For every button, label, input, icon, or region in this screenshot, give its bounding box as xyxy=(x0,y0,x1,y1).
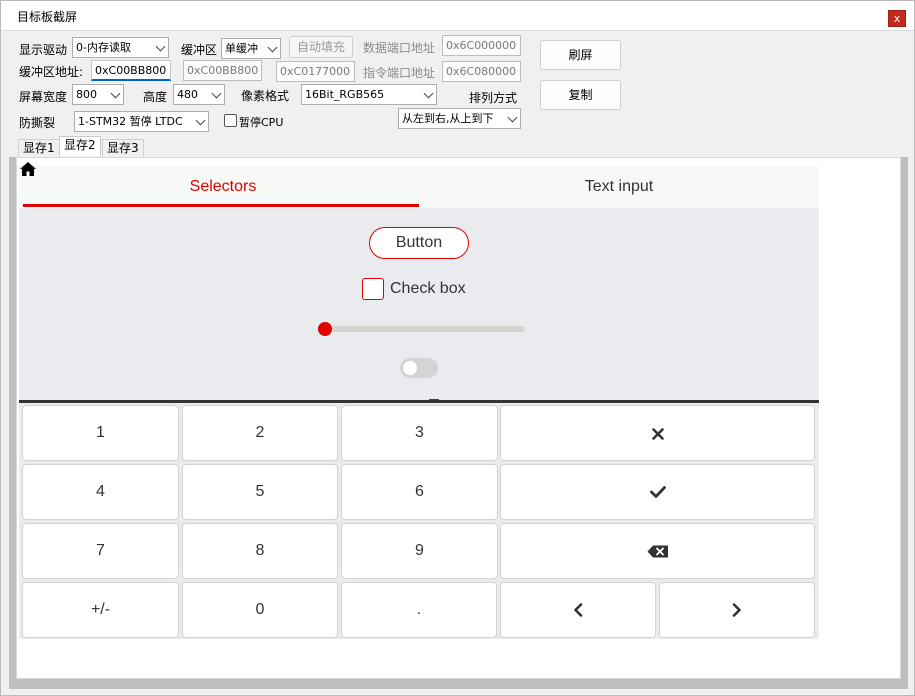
tab-selectors[interactable]: Selectors xyxy=(23,166,423,208)
pixel-format-select[interactable]: 16Bit_RGB565 xyxy=(301,84,437,105)
lv-tabbar: Selectors Text input xyxy=(19,166,819,208)
key-1[interactable]: 1 xyxy=(22,405,179,461)
lv-button[interactable]: Button xyxy=(369,227,469,259)
key-label: 8 xyxy=(255,542,265,559)
key-plus-minus[interactable]: +/- xyxy=(22,582,179,638)
width-select-value: 800 xyxy=(76,88,97,101)
buffer-select-value: 单缓冲 xyxy=(225,42,258,55)
selectors-panel: Button Check box xyxy=(19,208,819,401)
lv-slider[interactable] xyxy=(325,326,525,332)
anti-tear-select[interactable]: 1-STM32 暂停 LTDC xyxy=(74,111,209,132)
titlebar: 目标板截屏 x xyxy=(1,1,914,31)
driver-select-value: 0-内存读取 xyxy=(76,41,131,54)
key-label: 0 xyxy=(255,601,265,618)
number-keyboard: 1 2 3 4 5 6 7 8 9 +/- 0 . xyxy=(19,403,819,639)
ok-icon xyxy=(649,486,666,498)
order-select-value: 从左到右,从上到下 xyxy=(402,112,494,125)
buffer-address-field[interactable]: 0xC00BB800 xyxy=(91,60,171,81)
driver-select[interactable]: 0-内存读取 xyxy=(72,37,169,58)
buffer-select[interactable]: 单缓冲 xyxy=(221,38,281,59)
key-6[interactable]: 6 xyxy=(341,464,498,520)
home-icon[interactable] xyxy=(19,161,37,177)
tab-framebuffer-2[interactable]: 显存2 xyxy=(59,136,101,156)
pixel-format-select-value: 16Bit_RGB565 xyxy=(305,88,385,101)
key-4[interactable]: 4 xyxy=(22,464,179,520)
driver-label: 显示驱动 xyxy=(19,43,68,57)
active-tab-underline xyxy=(23,204,419,207)
tab-framebuffer-1[interactable]: 显存1 xyxy=(18,139,60,157)
tab-framebuffer-3[interactable]: 显存3 xyxy=(102,139,144,157)
height-label: 高度 xyxy=(143,90,168,104)
close-button[interactable]: x xyxy=(888,10,906,27)
width-label: 屏幕宽度 xyxy=(19,90,68,104)
left-icon xyxy=(574,603,583,617)
lv-switch[interactable] xyxy=(400,358,438,378)
pixel-format-label: 像素格式 xyxy=(241,89,290,103)
lv-slider-knob[interactable] xyxy=(318,322,332,336)
buffer-address-2-field[interactable]: 0xC00BB800 xyxy=(183,60,262,81)
screenshot-window: 目标板截屏 x 显示驱动 0-内存读取 缓冲区 单缓冲 自动填充 数据端口地址 … xyxy=(0,0,915,696)
key-0[interactable]: 0 xyxy=(182,582,338,638)
backspace-icon xyxy=(647,545,668,558)
key-label: 9 xyxy=(415,542,424,559)
lv-switch-knob xyxy=(403,361,417,375)
chevron-down-icon xyxy=(267,42,278,53)
key-label: 6 xyxy=(415,483,424,500)
refresh-button[interactable]: 刷屏 xyxy=(540,40,621,70)
key-label: +/- xyxy=(90,601,111,618)
chevron-down-icon xyxy=(155,41,166,52)
tab-text-input[interactable]: Text input xyxy=(419,166,819,208)
lv-checkbox-label: Check box xyxy=(390,280,466,297)
key-right[interactable] xyxy=(659,582,815,638)
key-close[interactable] xyxy=(500,405,815,461)
buffer-address-label: 缓冲区地址: xyxy=(19,65,84,79)
key-label: 4 xyxy=(96,483,105,500)
key-9[interactable]: 9 xyxy=(341,523,498,579)
height-select[interactable]: 480 xyxy=(173,84,225,105)
autofill-button[interactable]: 自动填充 xyxy=(289,36,353,58)
pause-cpu-label: 暂停CPU xyxy=(239,116,284,129)
key-3[interactable]: 3 xyxy=(341,405,498,461)
window-title: 目标板截屏 xyxy=(17,10,78,24)
buffer-address-3-field[interactable]: 0xC0177000 xyxy=(276,61,355,82)
copy-button[interactable]: 复制 xyxy=(540,80,621,110)
key-5[interactable]: 5 xyxy=(182,464,338,520)
key-label: 1 xyxy=(96,424,105,441)
anti-tear-label: 防撕裂 xyxy=(19,116,56,130)
key-8[interactable]: 8 xyxy=(182,523,338,579)
width-select[interactable]: 800 xyxy=(72,84,124,105)
cmd-port-label: 指令端口地址 xyxy=(363,66,436,80)
key-label: 3 xyxy=(415,424,424,441)
lv-checkbox[interactable] xyxy=(362,278,384,300)
order-select[interactable]: 从左到右,从上到下 xyxy=(398,108,521,129)
close-icon xyxy=(651,428,664,440)
chevron-down-icon xyxy=(507,112,518,123)
right-icon xyxy=(732,603,741,617)
pause-cpu-checkbox[interactable] xyxy=(224,114,237,127)
data-port-label: 数据端口地址 xyxy=(363,41,436,55)
key-backspace[interactable] xyxy=(500,523,815,579)
chevron-down-icon xyxy=(211,88,222,99)
key-ok[interactable] xyxy=(500,464,815,520)
key-label: 5 xyxy=(255,483,265,500)
key-label: . xyxy=(416,601,422,618)
data-port-field[interactable]: 0x6C000000 xyxy=(442,35,521,56)
key-dot[interactable]: . xyxy=(341,582,497,638)
key-2[interactable]: 2 xyxy=(182,405,338,461)
chevron-down-icon xyxy=(110,88,121,99)
height-select-value: 480 xyxy=(177,88,198,101)
cmd-port-field[interactable]: 0x6C080000 xyxy=(442,61,521,82)
chevron-down-icon xyxy=(195,115,206,126)
key-left[interactable] xyxy=(500,582,656,638)
key-label: 2 xyxy=(255,424,265,441)
anti-tear-select-value: 1-STM32 暂停 LTDC xyxy=(78,115,183,128)
chevron-down-icon xyxy=(423,88,434,99)
order-label: 排列方式 xyxy=(469,91,518,105)
buffer-label: 缓冲区 xyxy=(181,43,218,57)
key-label: 7 xyxy=(96,542,105,559)
key-7[interactable]: 7 xyxy=(22,523,179,579)
